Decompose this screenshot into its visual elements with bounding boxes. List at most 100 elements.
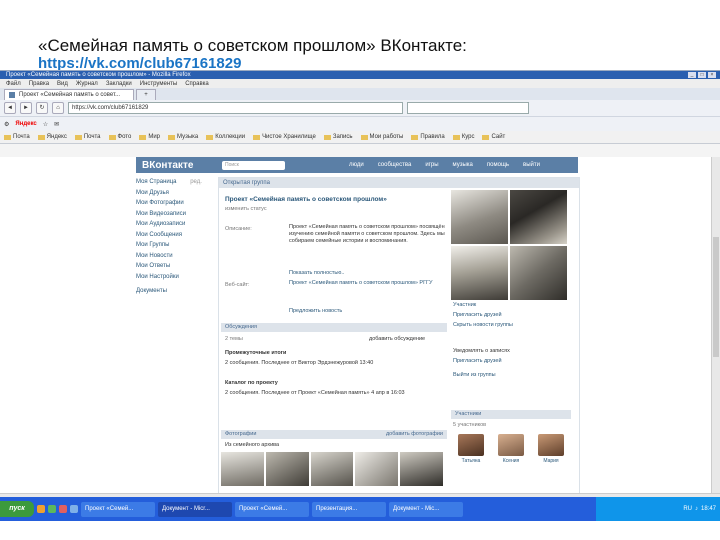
star-icon[interactable]: ☆: [43, 121, 48, 128]
left-menu-item[interactable]: Мои Аудиозаписи: [136, 221, 212, 232]
topic-title[interactable]: Промежуточные итоги: [225, 350, 286, 356]
edit-link[interactable]: ред.: [190, 179, 202, 185]
quicklaunch-icon[interactable]: [48, 505, 56, 513]
bookmark-item[interactable]: Чистое Хранилище: [253, 134, 316, 140]
taskbar-item[interactable]: Документ - Micr...: [158, 501, 232, 517]
suggest-news-link[interactable]: Предложить новость: [289, 308, 455, 315]
yandex-label[interactable]: Яндекс: [15, 121, 36, 127]
topic-title[interactable]: Каталог по проекту: [225, 380, 278, 386]
left-menu-item[interactable]: Мои Ответы: [136, 263, 212, 274]
browser-tab[interactable]: Проект «Семейная память о совет...: [4, 89, 134, 100]
left-menu-item[interactable]: Мои Видеозаписи: [136, 211, 212, 222]
website-link[interactable]: Проект «Семейная память о советском прош…: [289, 280, 455, 287]
bookmark-item[interactable]: Музыка: [168, 134, 198, 140]
discussions-title[interactable]: Обсуждения: [225, 324, 257, 330]
vertical-scrollbar[interactable]: [711, 157, 720, 493]
bookmark-item[interactable]: Запись: [323, 134, 353, 140]
bookmark-item[interactable]: Сайт: [482, 134, 505, 140]
vk-logo[interactable]: ВКонтакте: [142, 160, 222, 171]
add-discussion-link[interactable]: добавить обсуждение: [369, 336, 425, 342]
taskbar-item[interactable]: Проект «Семей...: [81, 501, 155, 517]
back-icon[interactable]: ◄: [4, 102, 16, 114]
minimize-icon[interactable]: _: [688, 72, 696, 78]
member-card[interactable]: Мария: [535, 434, 567, 464]
taskbar-item[interactable]: Презентация...: [312, 501, 386, 517]
nav-music[interactable]: музыка: [453, 162, 473, 168]
left-menu-item[interactable]: Документы: [136, 288, 212, 299]
bookmark-item[interactable]: Коллекции: [206, 134, 245, 140]
tab-bar: Проект «Семейная память о совет... +: [0, 88, 720, 100]
right-link[interactable]: Скрыть новости группы: [453, 322, 513, 328]
quicklaunch-icon[interactable]: [70, 505, 78, 513]
bookmark-item[interactable]: Фото: [108, 134, 131, 140]
bookmark-item[interactable]: Почта: [4, 134, 30, 140]
bookmark-item[interactable]: Мои работы: [360, 134, 403, 140]
forward-icon[interactable]: ►: [20, 102, 32, 114]
address-bar[interactable]: https://vk.com/club67161829: [68, 102, 403, 114]
menu-item[interactable]: Правка: [29, 81, 49, 87]
language-indicator[interactable]: RU: [683, 506, 692, 512]
quicklaunch-icon[interactable]: [37, 505, 45, 513]
menu-item[interactable]: Справка: [185, 81, 209, 87]
right-link[interactable]: Участник: [453, 302, 476, 308]
members-title[interactable]: Участники: [455, 411, 481, 417]
taskbar-item[interactable]: Документ - Mic...: [389, 501, 463, 517]
mail-icon[interactable]: ✉: [54, 121, 59, 128]
right-link[interactable]: Пригласить друзей: [453, 312, 502, 318]
photo-thumbnail[interactable]: [265, 452, 309, 486]
bookmark-item[interactable]: Курс: [452, 134, 474, 140]
vk-search-input[interactable]: Поиск: [222, 160, 285, 170]
group-photo-collage[interactable]: [451, 190, 571, 300]
bookmark-item[interactable]: Мир: [139, 134, 160, 140]
left-menu-item[interactable]: Мои Новости: [136, 253, 212, 264]
group-status[interactable]: изменить статус: [225, 206, 267, 212]
nav-games[interactable]: игры: [425, 162, 438, 168]
notify-option[interactable]: Уведомлять о записях: [453, 348, 510, 354]
volume-icon[interactable]: ♪: [695, 506, 698, 512]
invite-option[interactable]: Пригласить друзей: [453, 358, 502, 364]
photo-thumbnail[interactable]: [310, 452, 354, 486]
left-menu-item[interactable]: Мои Настройки: [136, 274, 212, 285]
close-icon[interactable]: ×: [708, 72, 716, 78]
browser-screenshot: Проект «Семейная память о советском прош…: [0, 70, 720, 521]
menu-item[interactable]: Вид: [57, 81, 68, 87]
taskbar-item[interactable]: Проект «Семей...: [235, 501, 309, 517]
nav-logout[interactable]: выйти: [523, 162, 540, 168]
scrollbar-thumb[interactable]: [713, 237, 719, 357]
left-menu-item[interactable]: Мои Фотографии: [136, 200, 212, 211]
menu-item[interactable]: Закладки: [106, 81, 132, 87]
left-menu-item[interactable]: Мои Сообщения: [136, 232, 212, 243]
bookmark-item[interactable]: Правила: [411, 134, 445, 140]
nav-help[interactable]: помощь: [487, 162, 509, 168]
folder-icon: [253, 134, 261, 140]
bookmark-item[interactable]: Яндекс: [37, 134, 67, 140]
new-tab-button[interactable]: +: [136, 89, 156, 100]
member-card[interactable]: Ксения: [495, 434, 527, 464]
show-more-link[interactable]: Показать полностью..: [289, 270, 455, 277]
photo-thumbnail[interactable]: [355, 452, 399, 486]
bookmark-item[interactable]: Почта: [74, 134, 101, 140]
search-box[interactable]: [407, 102, 529, 114]
settings-icon[interactable]: ⚙: [4, 121, 9, 128]
left-menu-item[interactable]: Моя Страница ред.: [136, 179, 212, 190]
left-menu-item[interactable]: Мои Друзья: [136, 190, 212, 201]
menu-item[interactable]: Инструменты: [140, 81, 177, 87]
home-icon[interactable]: ⌂: [52, 102, 64, 114]
maximize-icon[interactable]: □: [698, 72, 706, 78]
leave-group-option[interactable]: Выйти из группы: [453, 372, 496, 378]
menu-item[interactable]: Файл: [6, 81, 21, 87]
member-card[interactable]: Татьяна: [455, 434, 487, 464]
reload-icon[interactable]: ↻: [36, 102, 48, 114]
avatar: [498, 434, 524, 456]
photo-thumbnail[interactable]: [221, 452, 264, 486]
left-menu-item[interactable]: Мои Группы: [136, 242, 212, 253]
add-photos-link[interactable]: добавить фотографии: [386, 430, 443, 439]
quicklaunch-icon[interactable]: [59, 505, 67, 513]
nav-communities[interactable]: сообщества: [378, 162, 412, 168]
photos-title[interactable]: Фотографии: [225, 431, 256, 437]
photo-album-title[interactable]: Из семейного архива: [225, 442, 279, 448]
photo-thumbnail[interactable]: [400, 452, 443, 486]
start-button[interactable]: пуск: [0, 501, 34, 517]
nav-people[interactable]: люди: [349, 162, 364, 168]
menu-item[interactable]: Журнал: [76, 81, 98, 87]
